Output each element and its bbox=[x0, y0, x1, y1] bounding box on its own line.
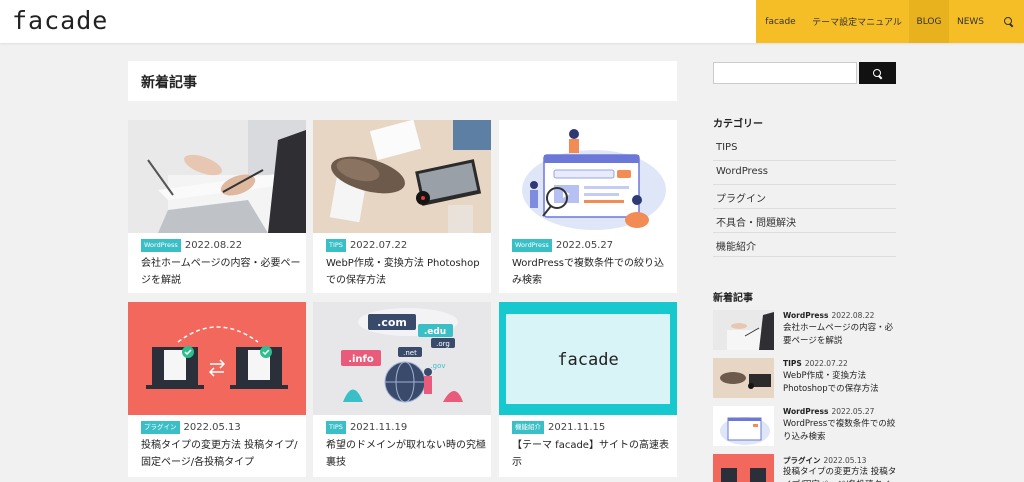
article-title[interactable]: 希望のドメインが取れない時の究極裏技 bbox=[326, 437, 486, 471]
post-date: 2022.05.13 bbox=[183, 421, 241, 433]
article-title[interactable]: 投稿タイプの変更方法 投稿タイプ/固定ページ/各投稿タイプ bbox=[141, 437, 301, 471]
recent-post-date: 2022.05.13 bbox=[823, 456, 867, 465]
recent-post-date: 2022.07.22 bbox=[804, 359, 848, 368]
nav-item-facade[interactable]: facade bbox=[756, 0, 805, 43]
recent-post-thumbnail[interactable] bbox=[713, 406, 774, 446]
category-link[interactable]: TIPS bbox=[713, 137, 896, 161]
recent-post-thumbnail[interactable] bbox=[713, 454, 774, 482]
recent-post-date: 2022.05.27 bbox=[831, 407, 875, 416]
search-icon bbox=[1003, 17, 1013, 26]
article-card[interactable]: .com .edu .org .info .net .gov TIPS 2021… bbox=[313, 302, 491, 477]
recent-post-title[interactable]: 投稿タイプの変更方法 投稿タイプ/固定ページ/各投稿タイプ bbox=[783, 466, 897, 482]
article-title[interactable]: WebP作成・変換方法 Photoshopでの保存方法 bbox=[326, 255, 486, 289]
recent-post-category[interactable]: WordPress bbox=[783, 407, 828, 416]
header-search-button[interactable] bbox=[992, 0, 1024, 43]
article-thumbnail[interactable] bbox=[128, 120, 306, 233]
global-nav: facade テーマ設定マニュアル BLOG NEWS bbox=[756, 0, 1024, 43]
article-card[interactable]: WordPress 2022.05.27 WordPressで複数条件での絞り込… bbox=[499, 120, 677, 293]
domain-label: .info bbox=[348, 354, 374, 365]
page-title: 新着記事 bbox=[141, 75, 197, 91]
category-link[interactable]: 機能紹介 bbox=[713, 233, 896, 257]
domain-label: .com bbox=[377, 316, 407, 329]
category-badge[interactable]: WordPress bbox=[141, 239, 181, 252]
category-badge[interactable]: WordPress bbox=[512, 239, 552, 252]
nav-item-blog[interactable]: BLOG bbox=[909, 0, 949, 43]
recent-post-category[interactable]: プラグイン bbox=[783, 456, 821, 465]
recent-post-title[interactable]: WebP作成・変換方法 Photoshopでの保存方法 bbox=[783, 370, 897, 396]
nav-item-news[interactable]: NEWS bbox=[949, 0, 992, 43]
recent-post-item[interactable]: TIPS 2022.07.22 WebP作成・変換方法 Photoshopでの保存… bbox=[713, 358, 896, 398]
recent-post-title[interactable]: 会社ホームページの内容・必要ページを解説 bbox=[783, 322, 897, 348]
site-header: facade facade テーマ設定マニュアル BLOG NEWS bbox=[0, 0, 1024, 43]
category-badge[interactable]: TIPS bbox=[326, 421, 346, 434]
recent-post-category[interactable]: TIPS bbox=[783, 359, 802, 368]
article-thumbnail[interactable] bbox=[499, 120, 677, 233]
recent-posts-heading: 新着記事 bbox=[713, 293, 753, 304]
post-date: 2022.07.22 bbox=[349, 239, 408, 251]
article-card[interactable]: WordPress 2022.08.22 会社ホームページの内容・必要ページを解… bbox=[128, 120, 306, 293]
article-card[interactable]: TIPS 2022.07.22 WebP作成・変換方法 Photoshopでの保… bbox=[313, 120, 491, 293]
article-card[interactable]: facade 機能紹介 2021.11.15 【テーマ facade】サイトの高… bbox=[499, 302, 677, 477]
nav-item-manual[interactable]: テーマ設定マニュアル bbox=[805, 0, 909, 43]
article-thumbnail[interactable] bbox=[313, 120, 491, 233]
article-title[interactable]: 会社ホームページの内容・必要ページを解説 bbox=[141, 255, 301, 289]
post-date: 2022.05.27 bbox=[555, 239, 614, 251]
site-logo[interactable]: facade bbox=[12, 6, 108, 35]
category-list: TIPS WordPress プラグイン 不具合・問題解決 機能紹介 bbox=[713, 137, 896, 257]
recent-post-title[interactable]: WordPressで複数条件での絞り込み検索 bbox=[783, 418, 897, 444]
article-thumbnail[interactable]: .com .edu .org .info .net .gov bbox=[313, 302, 491, 415]
category-badge[interactable]: TIPS bbox=[326, 239, 346, 252]
domain-label: .edu bbox=[424, 327, 446, 337]
post-date: 2021.11.19 bbox=[349, 421, 408, 433]
article-thumbnail[interactable]: facade bbox=[499, 302, 677, 415]
category-link[interactable]: プラグイン bbox=[713, 185, 896, 209]
recent-post-date: 2022.08.22 bbox=[831, 311, 875, 320]
recent-post-item[interactable]: WordPress 2022.05.27 WordPressで複数条件での絞り込み… bbox=[713, 406, 896, 446]
recent-post-item[interactable]: WordPress 2022.08.22 会社ホームページの内容・必要ページを解説 bbox=[713, 310, 896, 350]
article-title[interactable]: WordPressで複数条件での絞り込み検索 bbox=[512, 255, 672, 289]
article-card[interactable]: プラグイン 2022.05.13 投稿タイプの変更方法 投稿タイプ/固定ページ/… bbox=[128, 302, 306, 477]
search-button[interactable] bbox=[859, 62, 896, 84]
category-badge[interactable]: プラグイン bbox=[141, 421, 180, 434]
recent-post-item[interactable]: プラグイン2022.05.13 投稿タイプの変更方法 投稿タイプ/固定ページ/各… bbox=[713, 454, 896, 482]
article-thumbnail[interactable] bbox=[128, 302, 306, 415]
post-date: 2022.08.22 bbox=[184, 239, 243, 251]
domain-label: .gov bbox=[430, 362, 445, 370]
categories-heading: カテゴリー bbox=[713, 119, 763, 130]
logo-text: facade bbox=[12, 6, 109, 35]
section-header: 新着記事 bbox=[128, 61, 677, 101]
domain-label: .org bbox=[436, 340, 450, 348]
article-title[interactable]: 【テーマ facade】サイトの高速表示 bbox=[512, 437, 672, 471]
search-icon bbox=[873, 68, 882, 78]
domain-label: .net bbox=[403, 349, 417, 357]
recent-post-thumbnail[interactable] bbox=[713, 358, 774, 398]
category-link[interactable]: WordPress bbox=[713, 161, 896, 185]
recent-post-category[interactable]: WordPress bbox=[783, 311, 828, 320]
post-date: 2021.11.15 bbox=[548, 421, 606, 433]
search-input[interactable] bbox=[713, 62, 857, 84]
thumbnail-logo-text: facade bbox=[557, 350, 618, 370]
recent-post-thumbnail[interactable] bbox=[713, 310, 774, 350]
category-badge[interactable]: 機能紹介 bbox=[512, 421, 544, 434]
category-link[interactable]: 不具合・問題解決 bbox=[713, 209, 896, 233]
